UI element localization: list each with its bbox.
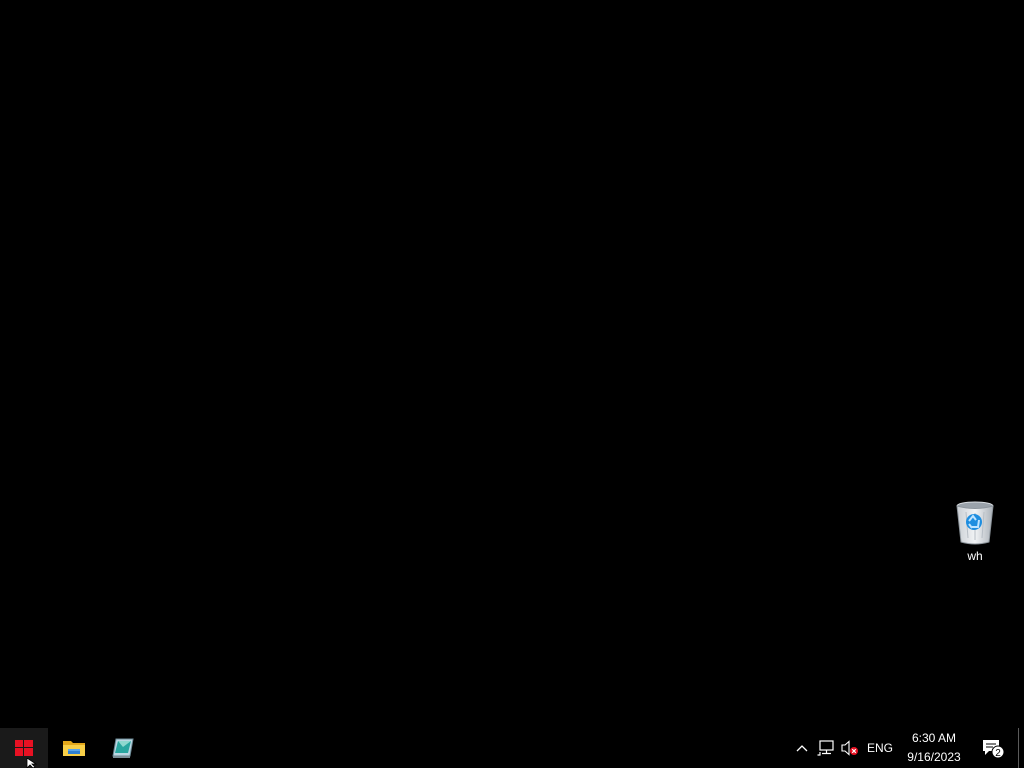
desktop[interactable]: wh: [0, 0, 1024, 728]
clock-time: 6:30 AM: [911, 731, 957, 745]
volume-muted-icon: [841, 740, 858, 756]
clock-date: 9/16/2023: [907, 750, 961, 764]
show-hidden-icons-button[interactable]: [790, 728, 814, 768]
desktop-icon-recycle-bin[interactable]: wh: [935, 500, 1015, 572]
network-icon: [817, 740, 834, 756]
file-explorer-button[interactable]: [50, 728, 98, 768]
input-language-indicator[interactable]: ENG: [863, 728, 897, 768]
notification-count-badge: 2: [995, 748, 1001, 758]
desktop-icon-label: wh: [967, 549, 983, 563]
file-explorer-icon: [63, 741, 85, 756]
taskbar-clock[interactable]: 6:30 AM 9/16/2023: [900, 728, 968, 768]
windows-logo-icon: [15, 740, 33, 756]
volume-tray-button[interactable]: [838, 728, 862, 768]
pinned-app-button[interactable]: [99, 728, 147, 768]
action-center-button[interactable]: 2: [978, 728, 1008, 768]
taskbar: ENG 6:30 AM 9/16/2023 2: [0, 728, 1024, 768]
chevron-up-icon: [796, 745, 808, 752]
mouse-cursor-icon: [26, 758, 38, 768]
app-icon: [112, 738, 134, 758]
start-button[interactable]: [0, 728, 48, 768]
recycle-bin-icon: [956, 501, 994, 545]
action-center-icon: 2: [983, 740, 1005, 758]
show-desktop-button[interactable]: [1018, 728, 1024, 768]
network-tray-button[interactable]: [815, 728, 837, 768]
